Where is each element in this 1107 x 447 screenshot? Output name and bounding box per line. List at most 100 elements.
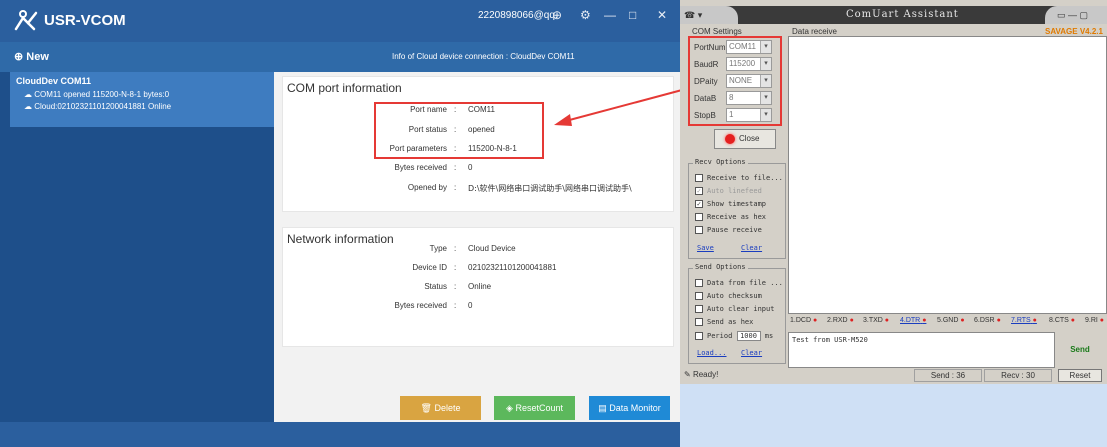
receive-to-file-checkbox[interactable]: Receive to file...	[695, 174, 783, 182]
pin-txd: 3.TXD ●	[863, 317, 889, 324]
cua-title-bar: ☎ ▾ ComUart Assistant ▭ — ▢	[680, 6, 1107, 24]
comuart-window: ☎ ▾ ComUart Assistant ▭ — ▢ COM Settings…	[680, 0, 1107, 447]
highlight-box	[688, 36, 782, 126]
clear-send-link[interactable]: Clear	[741, 349, 762, 357]
pin-label[interactable]: 4.DTR	[900, 317, 920, 324]
new-button[interactable]: ⊕ New	[14, 50, 49, 63]
led-icon: ●	[884, 317, 890, 324]
row-sep: :	[454, 263, 457, 272]
vcom-window: USR-VCOM 2220898066@qq. ⊕ ⚙ — □ ✕ ⊕ New …	[0, 0, 680, 447]
data-from-file-checkbox[interactable]: Data from file ...	[695, 279, 783, 287]
recv-options-group: Recv Options Receive to file... ✓ Auto li…	[688, 158, 786, 259]
close-label: Close	[739, 134, 760, 143]
send-count: Send : 36	[914, 369, 982, 382]
checkbox-icon[interactable]	[695, 174, 703, 182]
highlight-box	[374, 102, 544, 159]
window-controls[interactable]: ▭ — ▢	[1045, 6, 1107, 24]
save-link[interactable]: Save	[697, 244, 714, 252]
option-label: Pause receive	[707, 226, 762, 234]
delete-label: Delete	[434, 403, 461, 413]
reset-button[interactable]: Reset	[1058, 369, 1102, 382]
send-textarea[interactable]: Test from USR-M520	[788, 332, 1055, 368]
pin-dtr[interactable]: 4.DTR ●	[900, 317, 926, 324]
connection-info-title: Info of Cloud device connection : CloudD…	[392, 52, 575, 61]
checkbox-icon[interactable]	[695, 279, 703, 287]
delete-button[interactable]: 🗑 Delete	[400, 396, 481, 420]
vcom-status-bar	[0, 422, 680, 447]
usr-logo-icon	[14, 10, 38, 31]
send-as-hex-checkbox[interactable]: Send as hex	[695, 318, 753, 326]
background-area	[680, 384, 1107, 447]
row-value: 0	[468, 163, 473, 172]
row-value: 0	[468, 301, 473, 310]
row-value: Online	[468, 282, 492, 291]
minimize-icon[interactable]: —	[604, 8, 616, 22]
trash-icon: 🗑	[420, 403, 432, 413]
period-input[interactable]: 1000	[736, 331, 761, 341]
pin-label[interactable]: 7.RTS	[1011, 317, 1031, 324]
period-checkbox[interactable]: Period 1000 ms	[695, 331, 773, 341]
cua-title: ComUart Assistant	[846, 9, 959, 20]
option-label: Receive to file...	[707, 174, 783, 182]
reset-icon: ◈	[506, 403, 513, 413]
pin-dsr: 6.DSR ●	[974, 317, 1001, 324]
checkbox-icon[interactable]	[695, 213, 703, 221]
checkbox-icon[interactable]	[695, 332, 703, 340]
device-name: CloudDev COM11	[16, 76, 92, 86]
pin-gnd: 5.GND ●	[937, 317, 965, 324]
show-timestamp-checkbox[interactable]: ✓ Show timestamp	[695, 200, 766, 208]
monitor-icon: ▤	[598, 403, 607, 413]
auto-checksum-checkbox[interactable]: Auto checksum	[695, 292, 762, 300]
app-menu-icon[interactable]: ☎ ▾	[680, 6, 738, 24]
device-list-item[interactable]: CloudDev COM11 ☁ COM11 opened 115200-N-8…	[10, 72, 274, 127]
data-receive-label: Data receive	[792, 27, 837, 36]
checkmark-icon: ✓	[695, 187, 703, 195]
led-icon: ●	[849, 317, 854, 324]
reset-count-button[interactable]: ◈ ResetCount	[494, 396, 575, 420]
settings-icon[interactable]: ⚙	[580, 8, 591, 22]
ready-status: ✎ Ready!	[684, 370, 718, 379]
checkbox-icon[interactable]	[695, 292, 703, 300]
load-link[interactable]: Load...	[697, 349, 727, 357]
checkbox-icon[interactable]	[695, 318, 703, 326]
app-name: USR-VCOM	[44, 12, 126, 29]
monitor-label: Data Monitor	[609, 403, 661, 413]
row-value: 02102321101200041881	[468, 263, 557, 272]
maximize-icon[interactable]: □	[629, 8, 636, 22]
row-sep: :	[454, 301, 457, 310]
globe-icon[interactable]: ⊕	[552, 8, 562, 22]
pin-label: 8.CTS	[1049, 317, 1069, 324]
receive-as-hex-checkbox[interactable]: Receive as hex	[695, 213, 766, 221]
close-port-button[interactable]: Close	[714, 129, 776, 149]
option-label: Auto linefeed	[707, 187, 762, 195]
checkbox-icon[interactable]	[695, 305, 703, 313]
data-monitor-button[interactable]: ▤ Data Monitor	[589, 396, 670, 420]
send-button[interactable]: Send	[1058, 334, 1102, 366]
info-row: Bytes received: 0	[283, 163, 675, 177]
row-sep: :	[454, 163, 457, 172]
clear-receive-link[interactable]: Clear	[741, 244, 762, 252]
pin-rts[interactable]: 7.RTS ●	[1011, 317, 1037, 324]
row-value: D:\软件\网络串口调试助手\网络串口调试助手\	[468, 184, 632, 193]
com-settings-label: COM Settings	[692, 27, 742, 36]
info-row: Opened by: D:\软件\网络串口调试助手\网络串口调试助手\	[283, 183, 675, 197]
close-icon[interactable]: ✕	[657, 8, 667, 22]
auto-linefeed-checkbox: ✓ Auto linefeed	[695, 187, 762, 195]
account-label[interactable]: 2220898066@qq.	[478, 10, 558, 21]
recv-count: Recv : 30	[984, 369, 1052, 382]
ready-label: Ready!	[692, 370, 719, 379]
info-row: Status: Online	[283, 282, 675, 296]
info-row: Type: Cloud Device	[283, 244, 675, 258]
pause-receive-checkbox[interactable]: Pause receive	[695, 226, 762, 234]
recv-options-title: Recv Options	[693, 158, 748, 166]
pin-dcd: 1.DCD ●	[790, 317, 817, 324]
vcom-title-bar: USR-VCOM 2220898066@qq. ⊕ ⚙ — □ ✕	[0, 0, 680, 42]
row-label: Status	[424, 282, 447, 291]
auto-clear-input-checkbox[interactable]: Auto clear input	[695, 305, 774, 313]
checkmark-icon[interactable]: ✓	[695, 200, 703, 208]
cloud-icon: ☁	[24, 90, 32, 99]
checkbox-icon[interactable]	[695, 226, 703, 234]
info-row: Bytes received: 0	[283, 301, 675, 315]
led-icon: ●	[996, 317, 1001, 324]
receive-textarea[interactable]	[788, 36, 1107, 314]
